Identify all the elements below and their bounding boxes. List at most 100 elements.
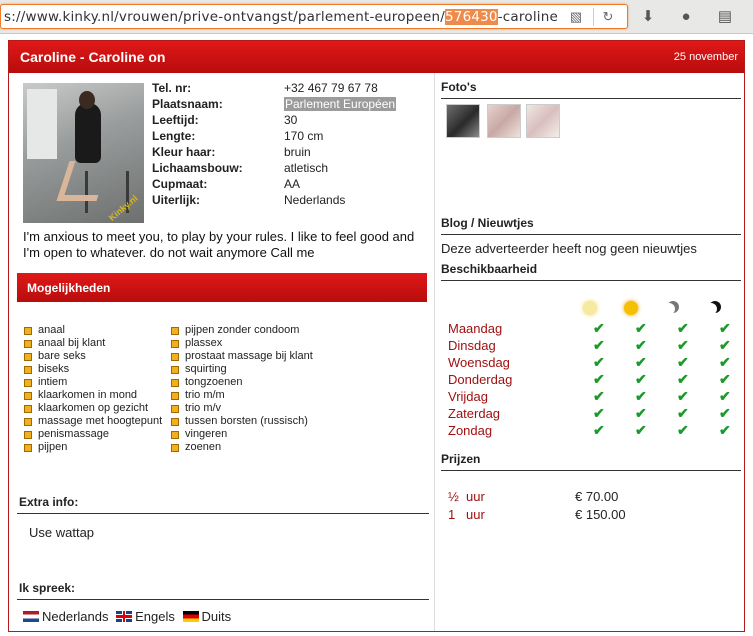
- night-moon-icon: [709, 301, 723, 315]
- availability-check-icon: ✔: [593, 371, 605, 387]
- info-label: Tel. nr:: [152, 81, 192, 95]
- list-item: zoenen: [171, 441, 313, 454]
- price-qty: 1: [448, 507, 456, 522]
- info-label: Leeftijd:: [152, 113, 199, 127]
- price-row: 1 uur: [448, 507, 485, 522]
- language-item: Nederlands: [23, 609, 109, 624]
- language-item: Engels: [116, 609, 175, 624]
- info-label: Plaatsnaam:: [152, 97, 223, 111]
- address-bar[interactable]: s://www.kinky.nl/vrouwen/prive-ontvangst…: [0, 4, 628, 29]
- day-label: Woensdag: [448, 355, 510, 370]
- afternoon-sun-icon: [624, 301, 638, 315]
- prices-title: Prijzen: [441, 452, 481, 466]
- blog-title: Blog / Nieuwtjes: [441, 216, 534, 230]
- list-item: trio m/v: [171, 402, 313, 415]
- list-item: vingeren: [171, 428, 313, 441]
- list-item: klaarkomen in mond: [24, 389, 162, 402]
- info-label: Lichaamsbouw:: [152, 161, 243, 175]
- info-value: Nederlands: [284, 193, 346, 207]
- info-label: Uiterlijk:: [152, 193, 201, 207]
- availability-check-icon: ✔: [677, 320, 689, 336]
- url-text[interactable]: s://www.kinky.nl/vrouwen/prive-ontvangst…: [4, 9, 558, 25]
- price-row: ½ uur: [448, 489, 485, 504]
- availability-check-icon: ✔: [635, 405, 647, 421]
- list-item: anaal bij klant: [24, 337, 162, 350]
- availability-days: Maandag Dinsdag Woensdag Donderdag Vrijd…: [448, 321, 512, 440]
- availability-check-icon: ✔: [635, 388, 647, 404]
- availability-check-icon: ✔: [677, 371, 689, 387]
- clipboard-icon[interactable]: ▤: [714, 6, 736, 28]
- availability-check-icon: ✔: [593, 388, 605, 404]
- day-label: Zondag: [448, 423, 493, 438]
- list-item: pijpen: [24, 441, 162, 454]
- list-item: klaarkomen op gezicht: [24, 402, 162, 415]
- url-highlighted-id: 576430: [444, 9, 498, 25]
- photo-thumbnail[interactable]: [487, 104, 521, 138]
- download-icon[interactable]: ⬇: [637, 6, 659, 28]
- url-separator: [593, 8, 594, 26]
- availability-check-icon: ✔: [677, 422, 689, 438]
- price-value: € 70.00: [575, 489, 619, 504]
- options-column-2: pijpen zonder condoom plassex prostaat m…: [171, 324, 313, 454]
- divider: [17, 513, 429, 514]
- availability-check-icon: ✔: [635, 337, 647, 353]
- day-label: Maandag: [448, 321, 503, 336]
- list-item: massage met hoogtepunt: [24, 415, 162, 428]
- divider: [441, 234, 741, 235]
- photo-thumbnail[interactable]: [446, 104, 480, 138]
- photos-title: Foto's: [441, 80, 477, 94]
- day-label: Zaterdag: [448, 406, 501, 421]
- day-label: Donderdag: [448, 372, 513, 387]
- day-label: Dinsdag: [448, 338, 496, 353]
- availability-check-icon: ✔: [719, 388, 731, 404]
- availability-check-icon: ✔: [719, 405, 731, 421]
- extra-info-title: Extra info:: [19, 495, 79, 509]
- list-item: prostaat massage bij klant: [171, 350, 313, 363]
- browser-toolbar: s://www.kinky.nl/vrouwen/prive-ontvangst…: [0, 0, 753, 34]
- languages-title: Ik spreek:: [19, 581, 76, 595]
- profile-photo[interactable]: Kinky.nl: [23, 83, 144, 223]
- divider: [441, 280, 741, 281]
- price-value: € 150.00: [575, 507, 626, 522]
- availability-check-icon: ✔: [719, 422, 731, 438]
- column-divider: [434, 73, 435, 631]
- extension-icon[interactable]: ●: [675, 6, 697, 28]
- list-item: penismassage: [24, 428, 162, 441]
- extra-info-text: Use wattap: [29, 525, 95, 540]
- options-column-1: anaal anaal bij klant bare seks biseks i…: [24, 324, 162, 454]
- divider: [441, 470, 741, 471]
- availability-title: Beschikbaarheid: [441, 262, 538, 276]
- reader-mode-icon[interactable]: ▧: [567, 8, 585, 26]
- availability-check-icon: ✔: [593, 354, 605, 370]
- list-item: anaal: [24, 324, 162, 337]
- mogelijkheden-header: Mogelijkheden: [17, 273, 427, 302]
- phone-number[interactable]: +32 467 79 67 78: [284, 81, 378, 95]
- evening-moon-icon: [667, 301, 681, 315]
- availability-check-icon: ✔: [719, 337, 731, 353]
- language-item: Duits: [182, 609, 231, 624]
- list-item: biseks: [24, 363, 162, 376]
- availability-check-icon: ✔: [593, 337, 605, 353]
- photo-thumbnail[interactable]: [526, 104, 560, 138]
- price-qty: ½: [448, 489, 459, 504]
- availability-check-icon: ✔: [593, 405, 605, 421]
- url-prefix: s://www.kinky.nl/vrouwen/prive-ontvangst…: [4, 9, 445, 25]
- availability-check-icon: ✔: [719, 354, 731, 370]
- list-item: squirting: [171, 363, 313, 376]
- header-date: 25 november: [673, 51, 738, 63]
- availability-check-icon: ✔: [677, 388, 689, 404]
- availability-check-icon: ✔: [593, 422, 605, 438]
- availability-check-icon: ✔: [677, 405, 689, 421]
- reload-icon[interactable]: ↻: [599, 8, 617, 26]
- price-unit: uur: [466, 507, 485, 522]
- availability-check-icon: ✔: [635, 422, 647, 438]
- section-title: Mogelijkheden: [27, 281, 111, 295]
- availability-check-icon: ✔: [719, 320, 731, 336]
- list-item: tussen borsten (russisch): [171, 415, 313, 428]
- profile-header: Caroline - Caroline on 25 november: [9, 41, 744, 73]
- list-item: intiem: [24, 376, 162, 389]
- languages-list: Nederlands Engels Duits: [23, 609, 235, 624]
- list-item: pijpen zonder condoom: [171, 324, 313, 337]
- availability-check-icon: ✔: [635, 371, 647, 387]
- flag-de-icon: [182, 611, 199, 622]
